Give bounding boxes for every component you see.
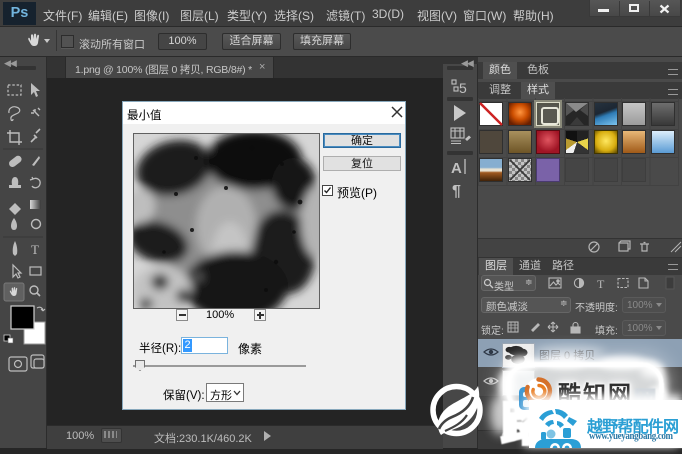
svg-text:¶: ¶ (452, 183, 461, 200)
svg-text:A: A (451, 160, 462, 177)
svg-text:T: T (31, 242, 39, 257)
svg-text:T: T (597, 277, 605, 291)
svg-text:5: 5 (459, 80, 467, 96)
